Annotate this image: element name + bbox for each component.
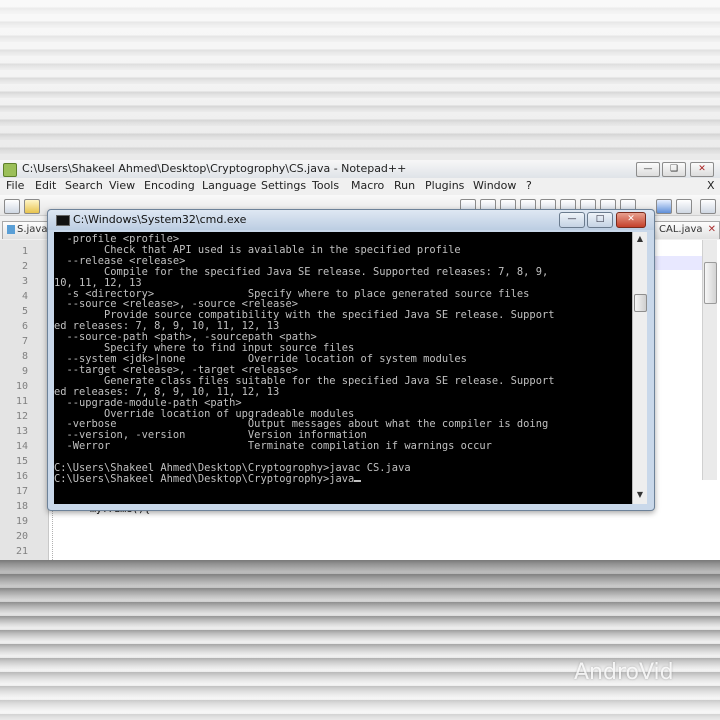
line-number-gutter: 1 2 3 4 5 6 7 8 9 10 11 12 13 14 15 16 1… (0, 240, 49, 560)
maximize-button[interactable]: ❑ (662, 162, 686, 177)
line-number: 13 (15, 426, 28, 437)
tab-s-java[interactable]: S.java (2, 221, 50, 239)
cmd-title: C:\Windows\System32\cmd.exe (73, 213, 247, 226)
line-number: 14 (15, 441, 28, 452)
line-number: 4 (21, 291, 28, 302)
editor-vertical-scrollbar[interactable] (702, 240, 717, 480)
notepadpp-title: C:\Users\Shakeel Ahmed\Desktop\Cryptogro… (22, 162, 407, 175)
line-number: 3 (21, 276, 28, 287)
console-prompt-line: C:\Users\Shakeel Ahmed\Desktop\Cryptogro… (54, 472, 355, 485)
tab-label: CAL.java (659, 224, 703, 235)
console-icon (56, 215, 70, 226)
menu-bar: File Edit Search View Encoding Language … (0, 178, 720, 194)
menu-view[interactable]: View (109, 179, 135, 192)
toolbar-icon-j[interactable] (676, 199, 692, 214)
androvid-watermark: AndroVid (574, 660, 674, 685)
tab-close-icon[interactable]: ✕ (708, 222, 716, 238)
current-line-highlight (654, 256, 704, 270)
line-number: 10 (15, 381, 28, 392)
menu-edit[interactable]: Edit (35, 179, 56, 192)
line-number: 16 (15, 471, 28, 482)
minimize-button[interactable]: — (636, 162, 660, 177)
console-text: -profile <profile> Check that API used i… (54, 233, 555, 475)
line-number: 15 (15, 456, 28, 467)
line-number: 9 (21, 366, 28, 377)
line-number: 2 (21, 261, 28, 272)
notepadpp-titlebar: C:\Users\Shakeel Ahmed\Desktop\Cryptogro… (0, 160, 720, 179)
menu-macro[interactable]: Macro (351, 179, 384, 192)
menu-tools[interactable]: Tools (312, 179, 339, 192)
play-macro-icon[interactable] (656, 199, 672, 214)
file-icon (7, 224, 15, 234)
text-cursor (354, 479, 362, 482)
cmd-maximize-button[interactable]: □ (587, 212, 613, 228)
scroll-up-icon[interactable]: ▲ (635, 234, 645, 244)
menu-plugins[interactable]: Plugins (425, 179, 464, 192)
close-button[interactable]: ✕ (690, 162, 714, 177)
line-number: 7 (21, 336, 28, 347)
line-number: 11 (15, 396, 28, 407)
video-background-bottom (0, 560, 720, 720)
scroll-down-icon[interactable]: ▼ (635, 490, 645, 500)
line-number: 6 (21, 321, 28, 332)
line-number: 21 (15, 546, 28, 557)
cmd-window: C:\Windows\System32\cmd.exe — □ ✕ -profi… (47, 209, 655, 511)
menu-settings[interactable]: Settings (261, 179, 306, 192)
cmd-minimize-button[interactable]: — (559, 212, 585, 228)
line-number: 5 (21, 306, 28, 317)
console-output[interactable]: -profile <profile> Check that API used i… (54, 232, 632, 504)
new-file-icon[interactable] (4, 199, 20, 214)
scrollbar-thumb[interactable] (704, 262, 717, 304)
video-background-top (0, 0, 720, 160)
toolbar-icon-k[interactable] (700, 199, 716, 214)
open-file-icon[interactable] (24, 199, 40, 214)
cmd-scrollbar-thumb[interactable] (634, 294, 647, 312)
menu-file[interactable]: File (6, 179, 24, 192)
line-number: 17 (15, 486, 28, 497)
menu-run[interactable]: Run (394, 179, 415, 192)
tab-label: S.java (17, 224, 48, 235)
menu-close-document[interactable]: X (707, 179, 715, 192)
line-number: 20 (15, 531, 28, 542)
menu-search[interactable]: Search (65, 179, 103, 192)
line-number: 8 (21, 351, 28, 362)
line-number: 1 (21, 246, 28, 257)
cmd-close-button[interactable]: ✕ (616, 212, 646, 228)
cmd-titlebar: C:\Windows\System32\cmd.exe — □ ✕ (48, 210, 654, 230)
menu-encoding[interactable]: Encoding (144, 179, 195, 192)
line-number: 19 (15, 516, 28, 527)
cmd-vertical-scrollbar[interactable]: ▲ ▼ (632, 232, 647, 504)
menu-help[interactable]: ? (526, 179, 532, 192)
menu-language[interactable]: Language (202, 179, 256, 192)
line-number: 12 (15, 411, 28, 422)
menu-window[interactable]: Window (473, 179, 516, 192)
notepadpp-app-icon (3, 163, 17, 177)
tab-cal-java[interactable]: CAL.java ✕ (654, 221, 720, 239)
line-number: 18 (15, 501, 28, 512)
